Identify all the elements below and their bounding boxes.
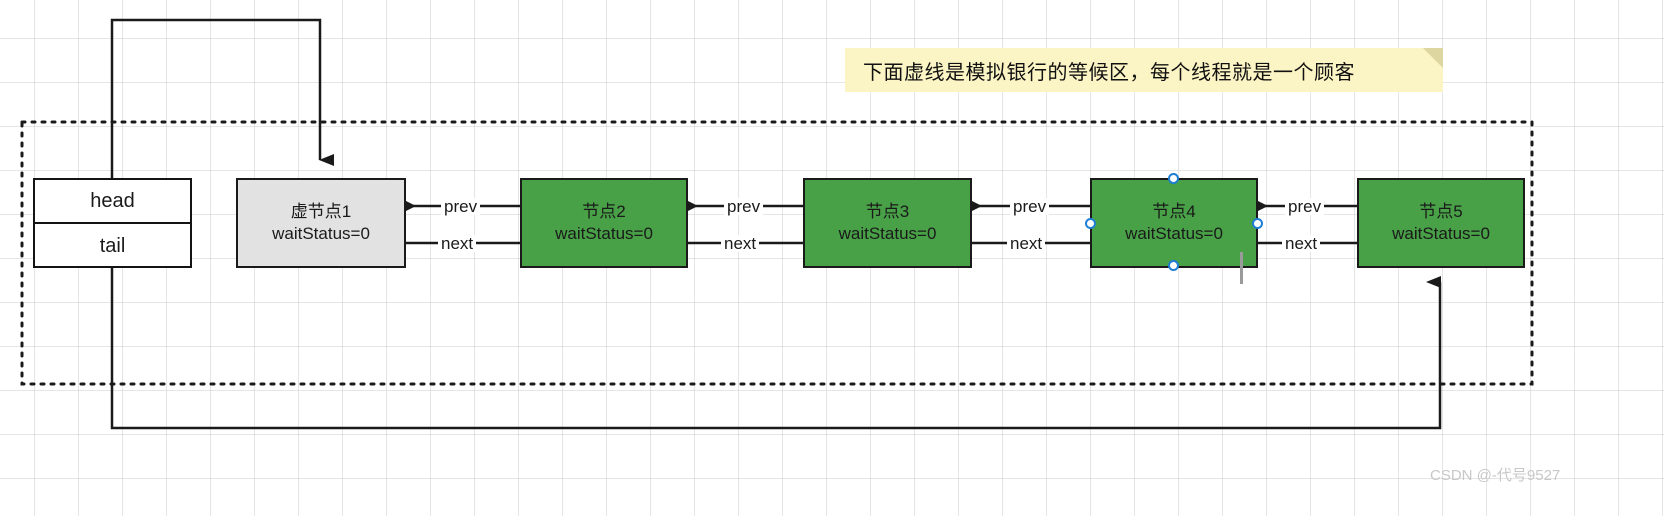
head-label: head	[90, 189, 135, 212]
node-node1[interactable]: 虚节点1 waitStatus=0	[236, 178, 406, 268]
edge-label-next-2: next	[721, 235, 760, 252]
tail-label: tail	[99, 234, 126, 257]
node1-title: 虚节点1	[290, 201, 352, 221]
selection-handle-left[interactable]	[1085, 218, 1096, 229]
edge-label-prev-4: prev	[1285, 198, 1325, 215]
node-node5[interactable]: 节点5 waitStatus=0	[1357, 178, 1525, 268]
node-node4[interactable]: 节点4 waitStatus=0	[1090, 178, 1258, 268]
edge-label-next-4: next	[1282, 235, 1321, 252]
node4-title: 节点4	[1152, 201, 1196, 221]
head-tail-box[interactable]: head tail	[33, 178, 192, 268]
selection-handle-bottom[interactable]	[1168, 260, 1179, 271]
tail-cell[interactable]: tail	[35, 224, 190, 268]
selection-handle-right[interactable]	[1252, 218, 1263, 229]
edge-label-next-3: next	[1007, 235, 1046, 252]
node4-status: waitStatus=0	[1125, 224, 1223, 243]
node5-status: waitStatus=0	[1392, 224, 1490, 243]
selection-handle-top[interactable]	[1168, 173, 1179, 184]
watermark: CSDN @-代号9527	[1430, 467, 1561, 484]
diagram-canvas[interactable]: head tail 虚节点1 waitStatus=0 节点2 waitStat…	[0, 0, 1664, 516]
annotation-note[interactable]: 下面虚线是模拟银行的等候区，每个线程就是一个顾客	[845, 48, 1443, 92]
node3-status: waitStatus=0	[838, 224, 937, 243]
node2-status: waitStatus=0	[555, 224, 653, 243]
text-caret-icon	[1240, 252, 1243, 284]
node1-status: waitStatus=0	[272, 224, 370, 243]
head-cell[interactable]: head	[35, 180, 190, 224]
edge-label-next-1: next	[438, 235, 477, 252]
edge-label-prev-2: prev	[724, 198, 764, 215]
node2-title: 节点2	[582, 201, 626, 221]
edge-label-prev-1: prev	[441, 198, 481, 215]
node3-title: 节点3	[865, 201, 910, 221]
note-fold-corner-icon	[1423, 48, 1443, 68]
node5-title: 节点5	[1419, 201, 1463, 221]
head-pointer-edge	[110, 18, 334, 178]
edge-label-prev-3: prev	[1010, 198, 1050, 215]
node-node3[interactable]: 节点3 waitStatus=0	[803, 178, 972, 268]
annotation-note-text: 下面虚线是模拟银行的等候区，每个线程就是一个顾客	[863, 61, 1355, 84]
node-node2[interactable]: 节点2 waitStatus=0	[520, 178, 688, 268]
tail-pointer-edge	[110, 268, 1442, 430]
